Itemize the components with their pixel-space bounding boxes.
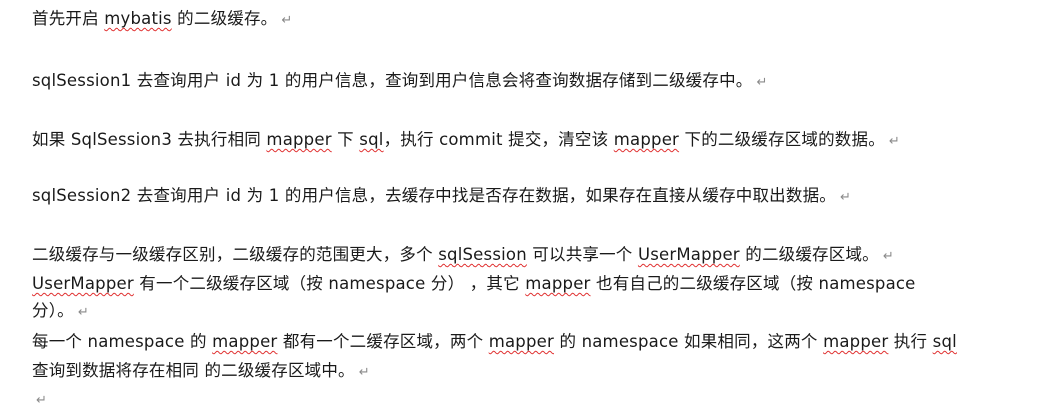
spellcheck-flagged-word: mapper bbox=[266, 130, 332, 149]
paragraph-mark-icon: ↵ bbox=[77, 305, 89, 320]
paragraph-cache-difference: 二级缓存与一级缓存区别，二级缓存的范围更大，多个 sqlSession 可以共享… bbox=[32, 244, 894, 268]
paragraph-sqlsession1-query: sqlSession1 去查询用户 id 为 1 的用户信息，查询到用户信息会将… bbox=[32, 70, 768, 94]
paragraph-enable-cache: 首先开启 mybatis 的二级缓存。 ↵ bbox=[32, 8, 292, 32]
paragraph-mark-icon: ↵ bbox=[756, 75, 768, 90]
text-run: 查询到数据将存在相同 的二级缓存区域中。 bbox=[32, 361, 355, 380]
spellcheck-flagged-word: sql bbox=[932, 332, 957, 351]
spellcheck-flagged-word: mapper bbox=[488, 332, 554, 351]
spellcheck-flagged-word: mapper bbox=[212, 332, 278, 351]
text-run: 的 namespace 如果相同，这两个 bbox=[554, 332, 824, 351]
text-run: 的二级缓存区域。 bbox=[739, 245, 879, 264]
empty-paragraph: ↵ bbox=[32, 388, 47, 412]
paragraph-mark-icon: ↵ bbox=[888, 134, 900, 149]
text-run: 分）。 bbox=[32, 301, 74, 320]
paragraph-mark-icon: ↵ bbox=[358, 365, 370, 380]
text-run: 都有一个二缓存区域，两个 bbox=[277, 332, 489, 351]
spellcheck-flagged-word: sqlSession bbox=[438, 245, 527, 264]
spellcheck-flagged-word: mybatis bbox=[104, 9, 172, 28]
spellcheck-flagged-word: UserMapper bbox=[637, 245, 740, 264]
paragraph-mark-icon: ↵ bbox=[882, 249, 894, 264]
spellcheck-flagged-word: mapper bbox=[613, 130, 680, 149]
text-run: 每一个 namespace 的 bbox=[32, 332, 213, 351]
text-run: 下 bbox=[331, 130, 360, 149]
text-run: 首先开启 bbox=[32, 9, 105, 28]
paragraph-usermapper-region-cont: 分）。 ↵ bbox=[32, 300, 89, 324]
paragraph-sqlsession2-query: sqlSession2 去查询用户 id 为 1 的用户信息，去缓存中找是否存在… bbox=[32, 185, 851, 209]
text-run: 也有自己的二级缓存区域（按 namespace bbox=[590, 274, 916, 293]
paragraph-mark-icon: ↵ bbox=[36, 393, 48, 408]
spellcheck-flagged-word: UserMapper bbox=[32, 274, 134, 293]
spellcheck-flagged-word: sql bbox=[359, 130, 384, 149]
text-run: 有一个二级缓存区域（按 namespace 分） ，其它 bbox=[133, 274, 526, 293]
spellcheck-flagged-word: mapper bbox=[525, 274, 591, 293]
text-run: 可以共享一个 bbox=[526, 245, 638, 264]
paragraph-usermapper-region: UserMapper 有一个二级缓存区域（按 namespace 分） ，其它 … bbox=[32, 273, 916, 295]
paragraph-mark-icon: ↵ bbox=[840, 190, 852, 205]
paragraph-namespace-mapper: 每一个 namespace 的 mapper 都有一个二缓存区域，两个 mapp… bbox=[32, 331, 957, 353]
text-run: ，执行 commit 提交，清空该 bbox=[383, 130, 614, 149]
paragraph-sqlsession3-commit: 如果 SqlSession3 去执行相同 mapper 下 sql，执行 com… bbox=[32, 129, 900, 153]
text-run: 执行 bbox=[888, 332, 933, 351]
spellcheck-flagged-word: mapper bbox=[823, 332, 889, 351]
text-run: 二级缓存与一级缓存区别，二级缓存的范围更大，多个 bbox=[32, 245, 439, 264]
paragraph-mark-icon: ↵ bbox=[281, 13, 293, 28]
text-run: 的二级缓存。 bbox=[171, 9, 278, 28]
text-run: sqlSession1 去查询用户 id 为 1 的用户信息，查询到用户信息会将… bbox=[32, 71, 753, 90]
paragraph-namespace-mapper-cont: 查询到数据将存在相同 的二级缓存区域中。 ↵ bbox=[32, 360, 370, 384]
text-run: 下的二级缓存区域的数据。 bbox=[679, 130, 885, 149]
text-run: sqlSession2 去查询用户 id 为 1 的用户信息，去缓存中找是否存在… bbox=[32, 186, 836, 205]
text-run: 如果 SqlSession3 去执行相同 bbox=[32, 130, 267, 149]
